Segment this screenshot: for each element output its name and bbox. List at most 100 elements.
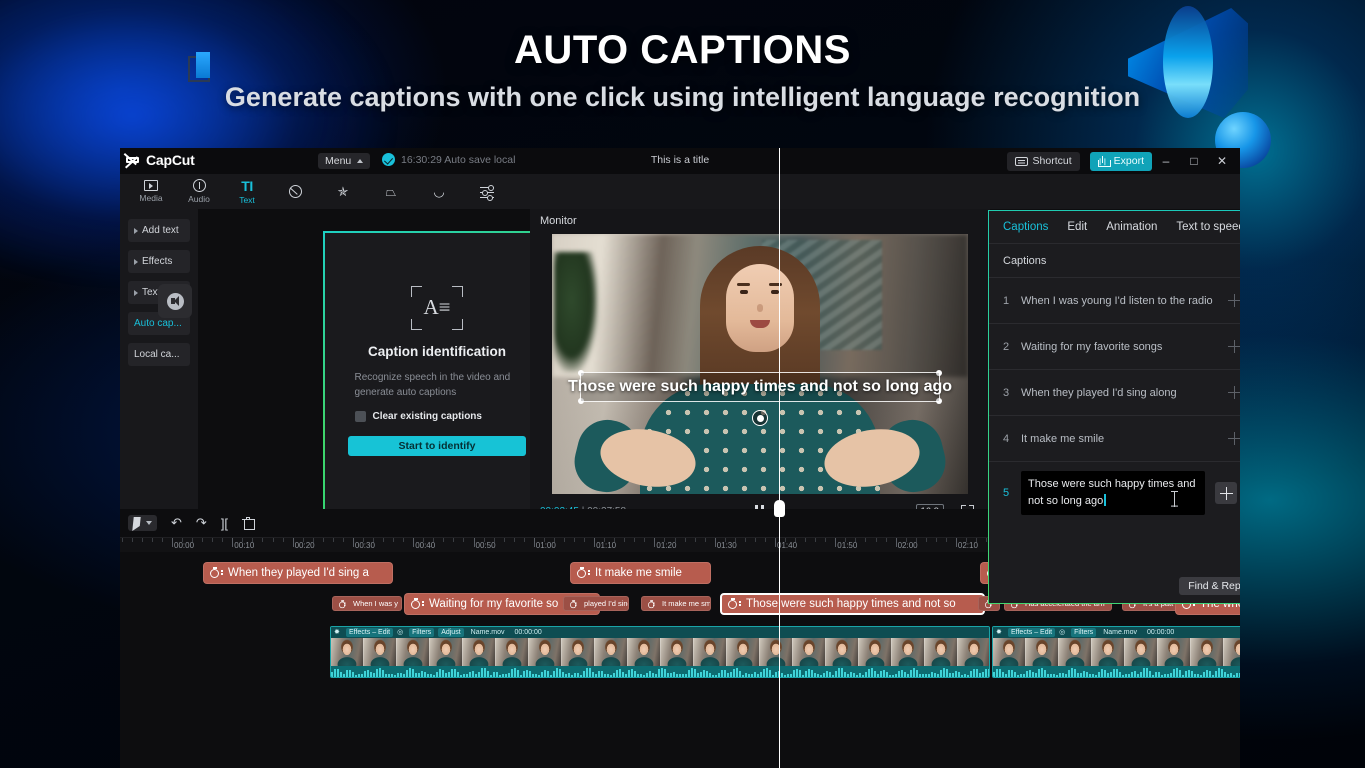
shortcut-button[interactable]: Shortcut xyxy=(1006,151,1080,171)
ruler-label: 01:40 xyxy=(777,541,798,550)
ruler-tick xyxy=(463,538,465,542)
video-preview[interactable]: Those were such happy times and not so l… xyxy=(552,234,968,494)
ruler-tick xyxy=(453,538,455,542)
find-and-replace-button[interactable]: Find & Replace xyxy=(1179,577,1240,595)
transitions-bowtie-icon: ⏢ xyxy=(385,184,397,199)
clear-existing-captions-checkbox[interactable]: Clear existing captions xyxy=(354,411,520,422)
video-track-chip[interactable]: 00:00:00 xyxy=(1144,628,1177,637)
timeline-text-clip[interactable]: Those were such happy times and not so xyxy=(720,593,985,615)
video-track-chip[interactable]: Name.mov xyxy=(468,628,508,637)
tab-transitions[interactable]: ⏢ xyxy=(368,175,414,209)
ruler-tick xyxy=(905,538,907,542)
close-button[interactable]: ✕ xyxy=(1208,151,1236,171)
sidebar-item-local-captions[interactable]: Local ca... xyxy=(128,343,190,366)
sticker-icon xyxy=(288,185,302,198)
tab-text-to-speech[interactable]: Text to speech xyxy=(1176,221,1240,233)
media-icon xyxy=(144,180,158,191)
video-track-chip[interactable]: Effects – Edit xyxy=(1008,628,1056,637)
ruler-tick xyxy=(614,538,616,542)
tab-media-label: Media xyxy=(139,193,163,203)
start-to-identify-button[interactable]: Start to identify xyxy=(348,436,526,456)
plus-icon xyxy=(1219,486,1233,500)
video-track-chip[interactable]: Effects – Edit xyxy=(346,628,394,637)
ruler-tick xyxy=(885,538,887,542)
ruler-tick xyxy=(835,538,837,547)
caption-row-text[interactable]: Waiting for my favorite songs xyxy=(1021,339,1228,355)
caption-row[interactable]: 1 When I was young I'd listen to the rad… xyxy=(989,277,1240,323)
timer-icon xyxy=(339,600,346,609)
ruler-tick xyxy=(362,538,364,542)
effects-star-icon: ✸ xyxy=(334,628,340,636)
plus-icon[interactable] xyxy=(1228,386,1240,399)
video-track-chip[interactable]: Adjust xyxy=(438,628,464,637)
tab-audio[interactable]: Audio xyxy=(176,175,222,209)
split-button[interactable]: ][ xyxy=(221,516,228,531)
card-description: Recognize speech in the video and genera… xyxy=(354,372,511,398)
caption-row-text[interactable]: When I was young I'd listen to the radio xyxy=(1021,293,1228,309)
select-tool-button[interactable] xyxy=(128,515,157,531)
speaker-icon xyxy=(166,292,184,310)
timeline-text-clip[interactable]: When they played I'd sing a xyxy=(203,562,393,584)
redo-button[interactable]: ↷ xyxy=(196,515,207,531)
rotate-handle-icon[interactable] xyxy=(752,410,768,426)
video-thumbnail xyxy=(1026,638,1059,668)
video-track-chip[interactable]: Name.mov xyxy=(1100,628,1140,637)
effects-star-icon: ✸ xyxy=(996,628,1002,636)
captions-section-header: Captions ? xyxy=(989,244,1240,277)
video-track-chip[interactable]: Filters xyxy=(409,628,435,637)
plus-icon[interactable] xyxy=(1228,432,1240,445)
plus-icon[interactable] xyxy=(1228,294,1240,307)
tab-animation[interactable]: Animation xyxy=(1106,221,1157,233)
add-caption-button[interactable] xyxy=(1215,482,1237,504)
caption-row-text[interactable]: When they played I'd sing along xyxy=(1021,385,1228,401)
timeline-video-track[interactable]: ✸ Effects – Edit ◎ Filters Name.mov 00:00:00 xyxy=(992,626,1240,678)
ruler-tick xyxy=(845,538,847,542)
sidebar-item-add-text[interactable]: Add text xyxy=(128,219,190,242)
ruler-tick xyxy=(553,538,555,542)
playhead-knob[interactable] xyxy=(774,500,785,517)
ruler-label: 01:20 xyxy=(656,541,677,550)
ruler-tick xyxy=(644,538,646,542)
undo-button[interactable]: ↶ xyxy=(171,515,182,531)
sidebar-item-effects[interactable]: Effects xyxy=(128,250,190,273)
tab-adjustment[interactable] xyxy=(464,175,510,209)
clip-label: When they played I'd sing a xyxy=(228,567,369,579)
plus-icon[interactable] xyxy=(1228,340,1240,353)
playhead[interactable] xyxy=(774,500,785,768)
maximize-button[interactable]: □ xyxy=(1180,151,1208,171)
video-thumbnail xyxy=(1092,638,1125,668)
ruler-tick xyxy=(423,538,425,542)
tab-effects[interactable]: ✯ xyxy=(320,175,366,209)
ruler-tick xyxy=(332,538,334,542)
caption-row[interactable]: 3 When they played I'd sing along xyxy=(989,369,1240,415)
caption-row[interactable]: 4 It make me smile xyxy=(989,415,1240,461)
minimize-button[interactable]: – xyxy=(1152,151,1180,171)
caption-edit-input[interactable]: Those were such happy times and not so l… xyxy=(1021,471,1205,515)
caption-row-text[interactable]: It make me smile xyxy=(1021,431,1228,447)
timeline-text-clip[interactable]: It make me smile xyxy=(641,596,711,611)
tab-stickers[interactable] xyxy=(272,175,318,209)
timeline-text-clip[interactable]: It make me smile xyxy=(570,562,711,584)
caption-overlay-box[interactable]: Those were such happy times and not so l… xyxy=(568,370,952,404)
ruler-tick xyxy=(222,538,224,542)
video-thumbnail xyxy=(430,638,463,668)
ruler-tick xyxy=(161,538,163,542)
ruler-tick xyxy=(634,538,636,542)
video-track-chip[interactable]: 00:00:00 xyxy=(512,628,545,637)
chevron-down-icon xyxy=(146,521,152,525)
timeline-text-clip[interactable]: played I'd sing a xyxy=(563,596,629,611)
caption-row-editing[interactable]: 5 Those were such happy times and not so… xyxy=(989,461,1240,524)
tab-captions[interactable]: Captions xyxy=(1003,221,1048,233)
timeline-text-clip[interactable]: When I was y xyxy=(332,596,402,611)
tab-edit[interactable]: Edit xyxy=(1067,221,1087,233)
tab-media[interactable]: Media xyxy=(128,175,174,209)
delete-button[interactable] xyxy=(242,516,255,530)
track-mute-button[interactable] xyxy=(158,284,192,318)
triangle-icon xyxy=(134,289,138,296)
timeline-video-track[interactable]: ✸ Effects – Edit ◎ Filters Adjust Name.mov 00:… xyxy=(330,626,990,678)
video-track-chip[interactable]: Filters xyxy=(1071,628,1097,637)
tab-text[interactable]: TI Text xyxy=(224,175,270,209)
export-button[interactable]: Export xyxy=(1089,151,1152,171)
tab-filters[interactable]: ◡ xyxy=(416,175,462,209)
caption-row[interactable]: 2 Waiting for my favorite songs xyxy=(989,323,1240,369)
